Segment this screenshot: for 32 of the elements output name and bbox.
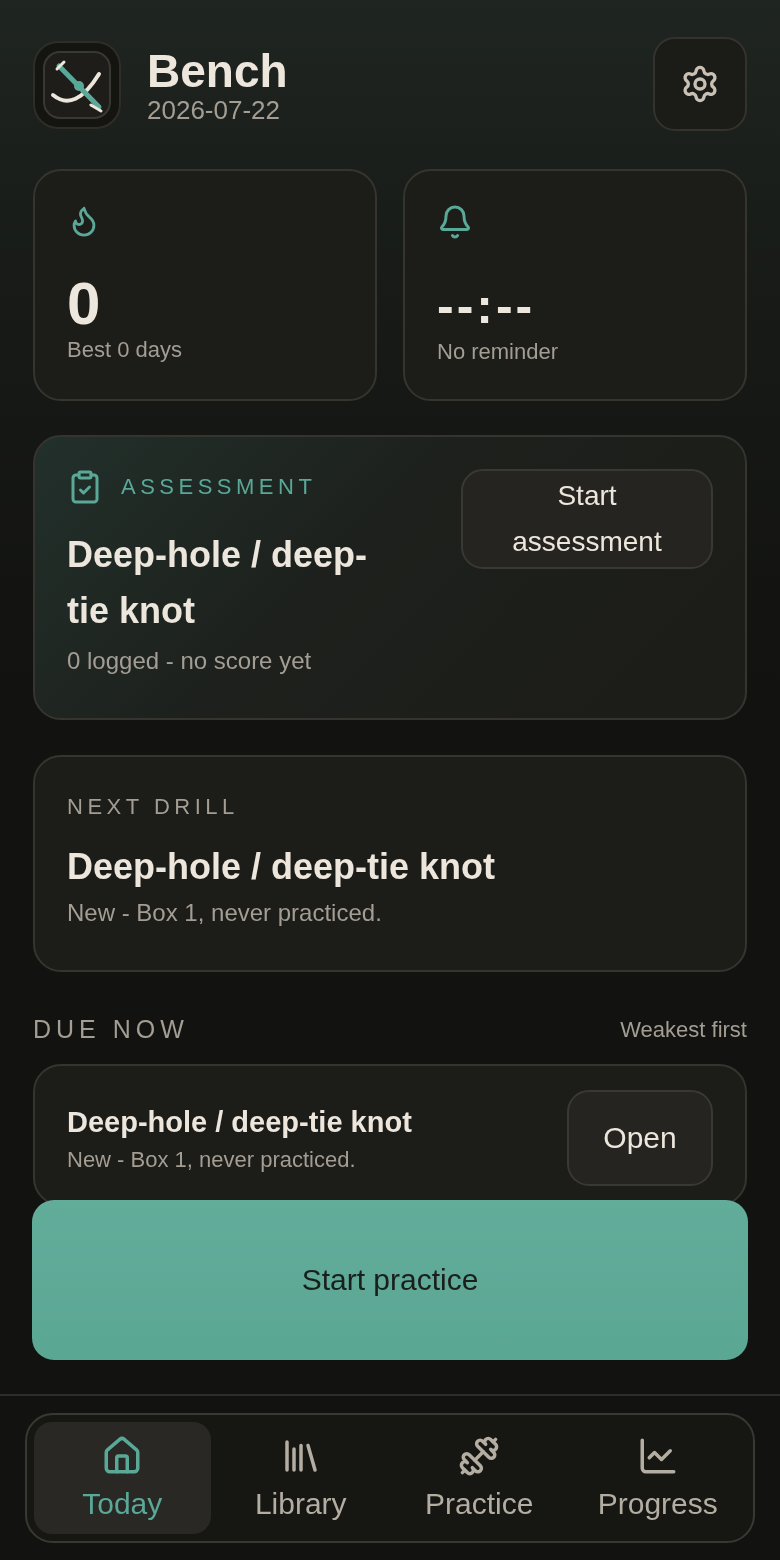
app-logo-icon [33, 41, 121, 129]
stat-caption: Best 0 days [67, 336, 183, 364]
assessment-status: 0 logged - no score yet [67, 646, 313, 676]
nav-label: Progress [597, 1487, 718, 1521]
assessment-eyebrow: ASSESSMENT [121, 473, 317, 501]
stat-caption: No reminder [437, 338, 560, 366]
assessment-title: Deep-hole / deep-tie knot [67, 533, 369, 633]
drill-status: New - Box 1, never practiced. [67, 898, 383, 928]
due-item-status: New - Box 1, never practiced. [67, 1146, 357, 1174]
nav-tab[interactable]: Today [34, 1422, 211, 1534]
section-heading: DUE NOW [33, 1014, 189, 1044]
nav-tab[interactable]: Library [212, 1422, 389, 1534]
nav-tab[interactable]: Practice [391, 1422, 568, 1534]
streak-count: 0 [67, 274, 102, 334]
nav-tab[interactable]: Progress [569, 1422, 746, 1534]
next-drill-eyebrow: NEXT DRILL [67, 793, 240, 821]
due-item-title: Deep-hole / deep-tie knot [67, 1105, 412, 1140]
app-title: Bench [147, 45, 288, 97]
nav-label: Library [254, 1487, 347, 1521]
settings-button[interactable] [653, 37, 747, 131]
drill-title: Deep-hole / deep-tie knot [67, 845, 497, 889]
sort-label: Weakest first [620, 1016, 747, 1044]
bell-icon [437, 204, 473, 240]
reminder-time: --:-- [437, 277, 537, 336]
start-assessment-button[interactable]: Start assessment [461, 469, 713, 569]
settings-icon [680, 64, 720, 104]
date-label: 2026-07-22 [147, 95, 281, 125]
nav-label: Today [82, 1487, 163, 1521]
start-practice-button[interactable]: Start practice [32, 1200, 748, 1360]
nav-label: Practice [425, 1487, 534, 1521]
open-button[interactable]: Open [567, 1090, 713, 1186]
dumbbell-icon [458, 1435, 501, 1477]
